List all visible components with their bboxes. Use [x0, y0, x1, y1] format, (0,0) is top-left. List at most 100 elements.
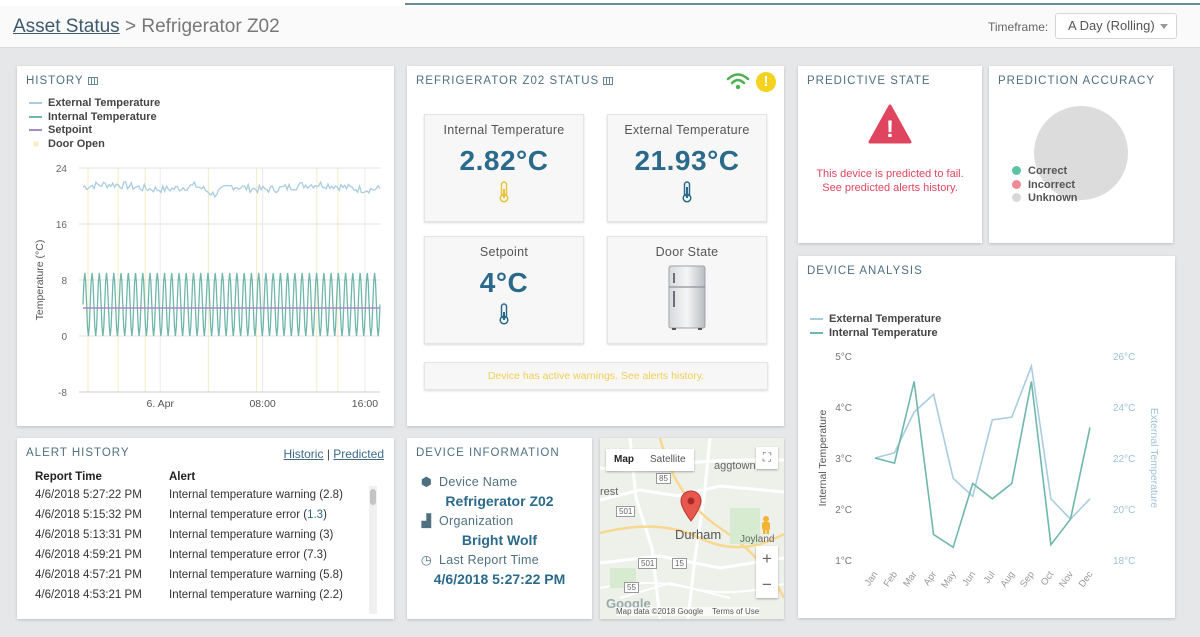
predicted-link[interactable]: Predicted	[333, 447, 384, 461]
tile-label: External Temperature	[624, 123, 750, 137]
historic-link[interactable]: Historic	[283, 447, 323, 461]
internal-temperature-tile: Internal Temperature 2.82°C	[424, 114, 584, 222]
row-alert-text: Internal temperature warning (	[169, 489, 324, 501]
location-map[interactable]: aggtown rest Joyland 85 501 501 15 55 Du…	[600, 438, 784, 619]
y-tick-label: -8	[58, 388, 67, 399]
last-report-value: 4/6/2018 5:27:22 PM	[433, 571, 566, 587]
analysis-chart[interactable]: 1°C 2°C 3°C 4°C 5°C 18°C 20°C 22°C 24°C 26°C Jan Fe…	[798, 256, 1175, 618]
tile-label: Door State	[655, 245, 719, 259]
map-place-label: Joyland	[740, 534, 775, 545]
zoom-in-button[interactable]: +	[756, 546, 778, 572]
y-tick-label: 16	[56, 220, 68, 231]
map-pin-icon[interactable]	[680, 490, 702, 522]
building-icon: ▟	[421, 514, 432, 528]
x-tick-label: Nov	[1057, 569, 1076, 589]
alert-history-links: Historic | Predicted	[283, 447, 384, 461]
x-tick-label: Aug	[999, 569, 1018, 589]
table-row[interactable]: 4/6/2018 5:15:32 PM Internal temperature …	[35, 509, 375, 529]
history-chart[interactable]: -8 0 8 16 24 6. Apr 08:00 16:00 Temperature (°C)	[17, 66, 394, 426]
row-alert-value: 2.8	[323, 489, 340, 501]
y-axis-label: Temperature (°C)	[34, 240, 46, 321]
svg-text:!: !	[886, 116, 894, 143]
map-place-label: aggtown	[714, 460, 756, 472]
predictive-message[interactable]: This device is predicted to fail. See pr…	[802, 167, 978, 195]
row-alert-close: )	[339, 569, 343, 581]
grid-icon[interactable]	[603, 76, 614, 85]
row-alert-value: 2.2	[323, 589, 340, 601]
map-attribution: Map data ©2018 Google	[616, 607, 704, 616]
y-tick-label-left: 1°C	[835, 556, 852, 567]
panel-title: PREDICTION ACCURACY	[998, 75, 1156, 87]
y-tick-label-right: 26°C	[1113, 352, 1135, 363]
table-row[interactable]: 4/6/2018 4:57:21 PM Internal temperature …	[35, 569, 375, 589]
last-report-label: ◷ Last Report Time	[420, 552, 539, 567]
map-type-tabs: Map Satellite	[606, 449, 694, 471]
refrigerator-icon	[668, 265, 706, 330]
predictive-message-line: This device is predicted to fail.	[816, 168, 964, 180]
pegman-icon[interactable]	[759, 515, 773, 535]
row-time: 4/6/2018 5:15:32 PM	[35, 509, 142, 521]
satellite-tab[interactable]: Satellite	[642, 449, 694, 470]
row-alert-value: 7.3	[307, 549, 324, 561]
x-tick-label: Sep	[1018, 569, 1037, 589]
map-tab[interactable]: Map	[606, 449, 642, 470]
active-warnings-banner[interactable]: Device has active warnings. See alerts h…	[424, 362, 768, 390]
clock-icon: ◷	[420, 553, 433, 567]
column-header-alert[interactable]: Alert	[169, 471, 195, 483]
legend-item[interactable]: Correct	[1012, 165, 1078, 179]
table-row[interactable]: 4/6/2018 5:27:22 PM Internal temperature …	[35, 489, 375, 509]
breadcrumb-asset-status-link[interactable]: Asset Status	[13, 16, 120, 37]
row-alert-close: )	[339, 589, 343, 601]
tile-value: 2.82°C	[459, 145, 549, 176]
label-text: Device Name	[439, 475, 518, 489]
row-alert-text: Internal temperature warning (	[169, 589, 324, 601]
y-tick-label-right: 22°C	[1113, 454, 1135, 465]
terms-link[interactable]: Terms of Use	[712, 607, 759, 616]
scrollbar-thumb[interactable]	[370, 489, 376, 505]
y-tick-label-left: 2°C	[835, 505, 852, 516]
map-zoom-control: + −	[756, 546, 778, 598]
table-row[interactable]: 4/6/2018 4:59:21 PM Internal temperature …	[35, 549, 375, 569]
x-tick-label: Oct	[1039, 569, 1057, 588]
legend-label: Unknown	[1028, 192, 1078, 204]
tile-value: 4°C	[479, 267, 529, 298]
y-tick-label-right: 24°C	[1113, 403, 1135, 414]
door-state-tile: Door State	[607, 236, 767, 344]
y-tick-label: 24	[56, 164, 68, 175]
row-alert-text: Internal temperature error (	[169, 509, 308, 521]
y-axis-label-left: Internal Temperature	[817, 409, 829, 506]
legend-item[interactable]: Incorrect	[1012, 179, 1078, 193]
row-alert: Internal temperature error (1.3)	[169, 509, 327, 521]
page-header: Asset Status > Refrigerator Z02 Timefram…	[0, 6, 1200, 48]
timeframe-select[interactable]: A Day (Rolling)	[1055, 13, 1177, 39]
x-tick-label: May	[939, 569, 958, 590]
tile-label: Setpoint	[479, 245, 529, 259]
internal-temperature-line	[82, 272, 381, 337]
zoom-out-button[interactable]: −	[756, 572, 778, 598]
map-place-label: rest	[600, 486, 619, 498]
x-tick-label: 16:00	[352, 398, 378, 410]
label-text: Last Report Time	[439, 553, 539, 567]
road-shield: 15	[672, 558, 687, 569]
x-tick-label: 08:00	[249, 398, 275, 410]
road-shield: 85	[656, 473, 671, 484]
table-row[interactable]: 4/6/2018 4:53:21 PM Internal temperature …	[35, 589, 375, 609]
alert-scrollbar[interactable]	[369, 486, 377, 614]
legend-item[interactable]: Unknown	[1012, 192, 1078, 206]
column-header-report-time[interactable]: Report Time	[35, 471, 102, 483]
warning-icon[interactable]: !	[756, 72, 776, 92]
row-alert: Internal temperature warning (2.2)	[169, 589, 343, 601]
fullscreen-icon[interactable]: ⛶	[756, 447, 778, 469]
y-axis-label-right: External Temperature	[1148, 408, 1160, 508]
y-tick-label: 8	[61, 276, 67, 287]
breadcrumb: Asset Status > Refrigerator Z02	[13, 16, 280, 38]
row-alert-close: )	[323, 549, 327, 561]
table-row[interactable]: 4/6/2018 5:13:31 PM Internal temperature …	[35, 529, 375, 549]
organization-value: Bright Wolf	[461, 532, 538, 548]
row-time: 4/6/2018 4:53:21 PM	[35, 589, 142, 601]
row-alert: Internal temperature warning (2.8)	[169, 489, 343, 501]
y-tick-label: 0	[61, 332, 67, 343]
legend-swatch	[1012, 179, 1021, 189]
x-tick-label: Jun	[960, 569, 978, 588]
legend-label: Incorrect	[1028, 178, 1076, 191]
